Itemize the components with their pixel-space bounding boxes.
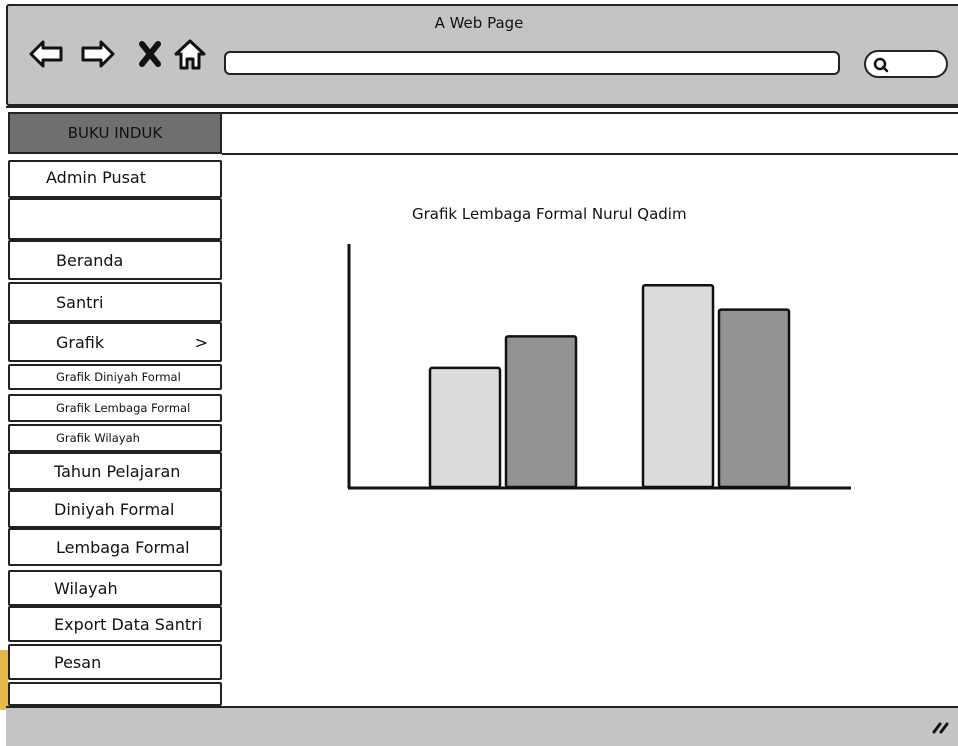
sidebar-item-label: Diniyah Formal <box>54 499 175 519</box>
sidebar-item-lembaga-formal[interactable]: Lembaga Formal <box>8 528 222 566</box>
bar-group-2-series-1 <box>641 284 715 489</box>
left-edge-accent <box>0 650 8 710</box>
bar-group-2-series-2 <box>717 308 791 489</box>
sidebar-item-label: Beranda <box>56 250 124 270</box>
bar-chart <box>347 244 851 490</box>
sidebar-item-pesan[interactable]: Pesan <box>8 644 222 680</box>
address-bar[interactable] <box>224 51 840 75</box>
bar-group-1-series-2 <box>504 335 578 489</box>
brand-label[interactable]: BUKU INDUK <box>8 112 222 154</box>
sidebar-item-label: Wilayah <box>54 578 118 598</box>
sidebar-item-grafik[interactable]: Grafik > <box>8 322 222 362</box>
sidebar-item-santri[interactable]: Santri <box>8 282 222 322</box>
search-icon <box>873 57 889 73</box>
sidebar-item-label: Lembaga Formal <box>56 537 190 557</box>
sidebar-item-label: Grafik <box>56 332 105 352</box>
bar-group-1-series-1 <box>428 366 502 489</box>
toolbar-divider <box>6 106 958 108</box>
expand-arrow: > <box>194 332 208 352</box>
chart-title: Grafik Lembaga Formal Nurul Qadim <box>412 205 687 223</box>
sidebar-item-beranda[interactable]: Beranda <box>8 240 222 280</box>
sidebar-item-label: Pesan <box>54 652 102 672</box>
home-icon[interactable] <box>172 36 208 72</box>
status-bar <box>6 706 958 746</box>
sidebar-item-label: Santri <box>56 292 104 312</box>
sidebar-subitem-grafik-lembaga-formal[interactable]: Grafik Lembaga Formal <box>8 394 222 422</box>
sidebar-item-diniyah-formal[interactable]: Diniyah Formal <box>8 490 222 528</box>
window-title: A Web Page <box>434 14 524 32</box>
sidebar-subitem-grafik-diniyah-formal[interactable]: Grafik Diniyah Formal <box>8 364 222 390</box>
close-icon[interactable] <box>132 36 168 72</box>
sidebar-item-label: Tahun Pelajaran <box>54 461 181 481</box>
sidebar-item-label: Grafik Wilayah <box>56 431 140 445</box>
sidebar-item-label: Export Data Santri <box>54 614 203 634</box>
search-box[interactable] <box>864 50 948 78</box>
back-arrow-icon[interactable] <box>28 36 64 72</box>
sidebar-spacer <box>8 682 222 706</box>
header-bar <box>222 112 958 155</box>
sidebar-item-export-data-santri[interactable]: Export Data Santri <box>8 606 222 642</box>
sidebar-subitem-grafik-wilayah[interactable]: Grafik Wilayah <box>8 424 222 452</box>
forward-arrow-icon[interactable] <box>80 36 116 72</box>
sidebar-item-label: Grafik Diniyah Formal <box>56 370 181 384</box>
sidebar-spacer <box>8 198 222 240</box>
sidebar-item-tahun-pelajaran[interactable]: Tahun Pelajaran <box>8 452 222 490</box>
sidebar-item-label: Grafik Lembaga Formal <box>56 401 191 415</box>
resize-grip-icon[interactable] <box>930 714 952 736</box>
sidebar-item-wilayah[interactable]: Wilayah <box>8 570 222 606</box>
user-name: Admin Pusat <box>46 168 146 187</box>
